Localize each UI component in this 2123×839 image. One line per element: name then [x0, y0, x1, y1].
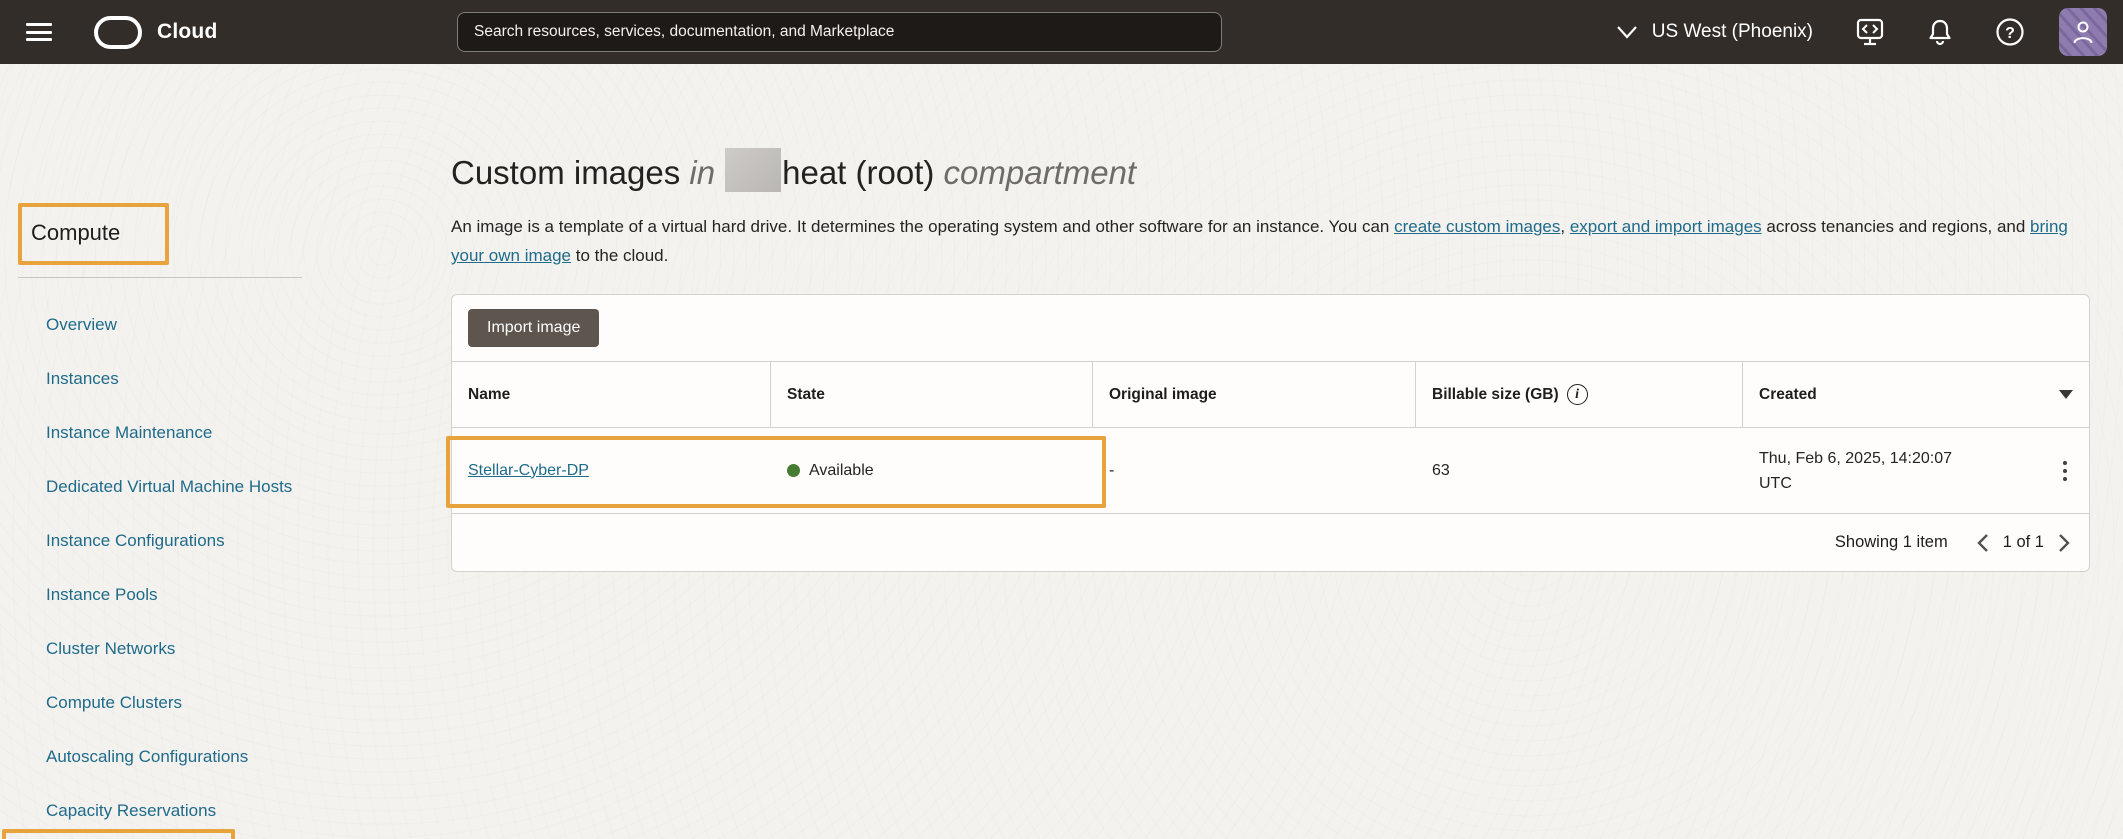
column-header-name: Name: [452, 362, 771, 428]
sidebar-item-overview[interactable]: Overview: [0, 298, 302, 352]
sidebar-item-autoscaling-configurations[interactable]: Autoscaling Configurations: [0, 730, 302, 784]
sidebar-item-instances[interactable]: Instances: [0, 352, 302, 406]
column-header-created[interactable]: Created: [1743, 362, 2089, 428]
status-available-icon: [787, 464, 800, 477]
import-image-button[interactable]: Import image: [468, 309, 599, 347]
description-text: to the cloud.: [571, 246, 668, 265]
panel-toolbar: Import image: [452, 295, 2089, 362]
cell-created: Thu, Feb 6, 2025, 14:20:07 UTC: [1743, 446, 2089, 496]
bell-icon: [1927, 18, 1953, 46]
column-header-original-image: Original image: [1093, 362, 1416, 428]
created-date: Thu, Feb 6, 2025, 14:20:07: [1759, 446, 2029, 471]
chevron-down-icon: [1616, 25, 1638, 39]
oracle-logo-icon: [94, 16, 142, 49]
column-header-state: State: [771, 362, 1093, 428]
sidebar-item-instance-configurations[interactable]: Instance Configurations: [0, 514, 302, 568]
table-header: Name State Original image Billable size …: [452, 362, 2089, 428]
user-avatar-icon: [2070, 18, 2096, 46]
pagination: 1 of 1: [1974, 531, 2073, 555]
page-title-compartment: heat (root): [782, 154, 934, 191]
panel-footer: Showing 1 item 1 of 1: [452, 514, 2089, 571]
previous-page-button[interactable]: [1974, 531, 1991, 555]
sort-descending-icon: [2059, 390, 2073, 399]
cloud-shell-button[interactable]: [1855, 18, 1885, 46]
page-title-in: in: [689, 154, 715, 191]
notifications-button[interactable]: [1927, 18, 1953, 46]
create-custom-images-link[interactable]: create custom images: [1394, 217, 1560, 236]
row-actions-kebab-icon[interactable]: [2057, 455, 2073, 487]
sidebar-nav: Overview Instances Instance Maintenance …: [0, 298, 302, 839]
sidebar-divider: [18, 277, 302, 278]
cell-billable-size: 63: [1416, 462, 1743, 480]
cell-state: Available: [771, 462, 1093, 480]
chevron-right-icon: [2058, 533, 2071, 553]
showing-items-label: Showing 1 item: [1835, 533, 1948, 552]
image-name-link[interactable]: Stellar-Cyber-DP: [468, 462, 589, 479]
sidebar-item-instance-pools[interactable]: Instance Pools: [0, 568, 302, 622]
sidebar-item-dedicated-vm-hosts[interactable]: Dedicated Virtual Machine Hosts: [0, 460, 302, 514]
table-row: Stellar-Cyber-DP Available - 63 Thu, Feb…: [452, 428, 2089, 514]
brand-label: Cloud: [157, 20, 217, 44]
region-selector[interactable]: US West (Phoenix): [1616, 21, 1813, 43]
page-title-suffix: compartment: [944, 154, 1137, 191]
hamburger-menu-icon[interactable]: [26, 23, 52, 41]
page-title-main: Custom images: [451, 154, 680, 191]
brand[interactable]: Cloud: [94, 16, 217, 49]
cell-original-image: -: [1093, 462, 1416, 480]
search-input[interactable]: [457, 12, 1222, 52]
redacted-compartment-name: [725, 148, 781, 192]
next-page-button[interactable]: [2056, 531, 2073, 555]
column-header-label: Billable size (GB): [1432, 386, 1559, 404]
cloud-shell-icon: [1855, 18, 1885, 46]
description-text: An image is a template of a virtual hard…: [451, 217, 1394, 236]
custom-images-panel: Import image Name State Original image B…: [451, 294, 2090, 572]
info-icon[interactable]: i: [1567, 384, 1588, 405]
compute-sidebar: Compute Overview Instances Instance Main…: [0, 64, 302, 839]
help-icon: ?: [1995, 17, 2025, 47]
sidebar-item-instance-maintenance[interactable]: Instance Maintenance: [0, 406, 302, 460]
sidebar-item-compute-clusters[interactable]: Compute Clusters: [0, 676, 302, 730]
topbar: Cloud US West (Phoenix): [0, 0, 2123, 64]
sidebar-item-cluster-networks[interactable]: Cluster Networks: [0, 622, 302, 676]
page-description: An image is a template of a virtual hard…: [451, 212, 2090, 270]
sidebar-item-capacity-reservations[interactable]: Capacity Reservations: [0, 784, 302, 838]
svg-text:?: ?: [2005, 25, 2015, 42]
description-text: ,: [1560, 217, 1569, 236]
description-text: across tenancies and regions, and: [1762, 217, 2030, 236]
cell-name: Stellar-Cyber-DP: [452, 462, 771, 480]
page-indicator: 1 of 1: [2003, 533, 2044, 552]
column-header-label: Created: [1759, 386, 1817, 404]
sidebar-section-title: Compute: [31, 220, 120, 246]
chevron-left-icon: [1976, 533, 1989, 553]
created-timezone: UTC: [1759, 471, 2029, 496]
main-content: Custom images inheat (root) compartment …: [302, 64, 2123, 839]
export-import-images-link[interactable]: export and import images: [1570, 217, 1762, 236]
page-title: Custom images in heat (root) compartment: [451, 148, 2090, 195]
user-menu-button[interactable]: [2059, 8, 2107, 56]
region-label: US West (Phoenix): [1652, 21, 1813, 43]
column-header-billable-size: Billable size (GB) i: [1416, 362, 1743, 428]
help-button[interactable]: ?: [1995, 17, 2025, 47]
status-label: Available: [809, 462, 874, 480]
